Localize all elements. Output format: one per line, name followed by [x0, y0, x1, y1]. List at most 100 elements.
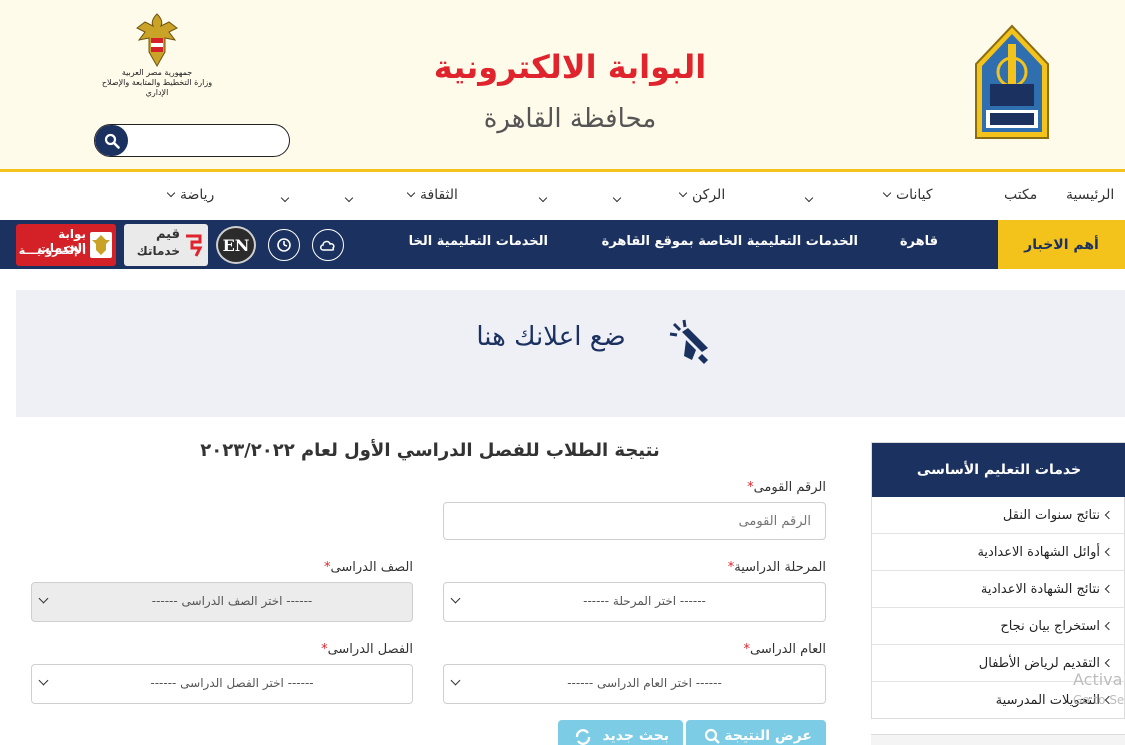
egov-line-2: الإلكترونيـــة [18, 244, 86, 257]
year-select-value: ------ اختر العام الدراسى ------ [567, 676, 722, 690]
sidebar-item-prep-results[interactable]: نتائج الشهادة الاعدادية [872, 571, 1125, 608]
search-icon [104, 133, 120, 149]
sidebar-title: خدمات التعليم الأساسى [872, 443, 1125, 497]
chevron-left-icon [1104, 510, 1114, 520]
chevron-down-icon [612, 193, 622, 203]
news-ticker: قاهرة الخدمات التعليمية الخاصة بموقع الق… [360, 220, 990, 269]
watermark-line-1: Activa [1073, 670, 1123, 689]
site-subtitle: محافظة القاهرة [483, 104, 657, 134]
sidebar-item-prep-top-students[interactable]: أوائل الشهادة الاعدادية [872, 534, 1125, 571]
sidebar-item-label: التقديم لرياض الأطفال [978, 655, 1100, 671]
search-button[interactable] [95, 125, 128, 156]
rate-services-button[interactable]: قيم خدماتك [124, 224, 208, 266]
nav-item-culture[interactable]: الثقافة [402, 187, 458, 203]
search-input[interactable] [131, 129, 281, 152]
nav-item-dropdown[interactable] [608, 189, 626, 208]
national-id-label-text: الرقم القومى [753, 480, 826, 495]
refresh-icon [575, 729, 591, 745]
chevron-down-icon [38, 675, 49, 686]
ad-text: ضع اعلانك هنا [476, 322, 626, 352]
chevron-down-icon [280, 193, 290, 203]
nav-item-label: الثقافة [420, 187, 458, 203]
chevron-left-icon [1104, 584, 1114, 594]
show-result-button[interactable]: عرض النتيجة [686, 720, 826, 745]
nav-item-label: الرئيسية [1066, 187, 1115, 203]
english-language-button[interactable]: EN [216, 226, 256, 264]
nav-item-sports[interactable]: رياضة [162, 187, 214, 203]
new-search-label: بحث جديد [602, 728, 669, 744]
nav-item-dropdown[interactable] [276, 189, 294, 208]
site-title: البوابة الالكترونية [433, 48, 707, 86]
sidebar-item-transfer-results[interactable]: نتائج سنوات النقل [872, 497, 1125, 534]
grade-select-value: ------ اختر الصف الدراسى ------ [151, 594, 313, 608]
eagle-icon [136, 13, 178, 68]
news-label: أهم الاخبار [998, 220, 1125, 269]
grade-label: الصف الدراسى* [210, 560, 413, 575]
term-select-value: ------ اختر الفصل الدراسى ------ [150, 676, 314, 690]
grade-label-text: الصف الدراسى [330, 560, 413, 575]
chevron-left-icon [1104, 547, 1114, 557]
sidebar-next-box [871, 734, 1125, 745]
term-label: الفصل الدراسى* [210, 642, 413, 657]
sidebar-item-label: أوائل الشهادة الاعدادية [977, 544, 1100, 560]
year-select[interactable]: ------ اختر العام الدراسى ------ [443, 664, 826, 704]
nav-item-label: مكتب [1004, 187, 1038, 203]
chevron-down-icon [882, 188, 892, 198]
egypt-eagle-logo: جمهورية مصر العربية وزارة التخطيط والمتا… [92, 12, 222, 104]
chevron-down-icon [538, 193, 548, 203]
weather-button[interactable] [312, 229, 344, 261]
stage-label-text: المرحلة الدراسية [734, 560, 826, 575]
chevron-down-icon [344, 193, 354, 203]
nav-item-home[interactable]: الرئيسية [1066, 187, 1114, 203]
show-result-label: عرض النتيجة [724, 728, 812, 744]
year-label-text: العام الدراسى [749, 642, 826, 657]
site-header: البوابة الالكترونية محافظة القاهرة جمهور… [0, 0, 1125, 172]
rate-line-2: خدماتك [136, 244, 180, 258]
eagle-line-1: جمهورية مصر العربية [121, 68, 193, 77]
chevron-down-icon [38, 593, 49, 604]
egov-services-button[interactable]: بوابة الخدمات الإلكترونيـــة [16, 224, 116, 266]
sidebar-item-label: استخراج بيان نجاح [1000, 618, 1100, 634]
search-box [94, 124, 290, 157]
cairo-governorate-logo[interactable] [972, 24, 1052, 142]
clock-button[interactable] [268, 229, 300, 261]
nav-item-entities[interactable]: كيانات [878, 187, 933, 203]
nav-item-corner[interactable]: الركن [674, 187, 725, 203]
nav-item-office[interactable]: مكتب [1004, 187, 1037, 203]
rate-line-1: قيم [155, 227, 180, 242]
new-search-button[interactable]: بحث جديد [558, 720, 683, 745]
grade-select[interactable]: ------ اختر الصف الدراسى ------ [31, 582, 413, 622]
ad-banner[interactable]: ضع اعلانك هنا [16, 290, 1125, 417]
chevron-down-icon [166, 188, 176, 198]
chevron-left-icon [1104, 658, 1114, 668]
windows-activation-watermark: Activa Go to Se [1073, 670, 1124, 710]
chevron-down-icon [804, 193, 814, 203]
eagle-line-2: وزارة التخطيط والمتابعة والإصلاح الإداري [101, 78, 213, 97]
search-icon [704, 728, 720, 744]
clock-icon [277, 238, 291, 252]
nav-item-dropdown[interactable] [340, 189, 358, 208]
chevron-down-icon [450, 675, 461, 686]
watermark-line-2: Go to Se [1073, 693, 1125, 707]
ticker-item[interactable]: الخدمات التعليمية الخاصة بموقع القاهرة [602, 234, 858, 249]
chevron-left-icon [1104, 621, 1114, 631]
form-title: نتيجة الطلاب للفصل الدراسي الأول لعام ٢٠… [200, 440, 660, 461]
stage-select-value: ------ اختر المرحلة ------ [583, 594, 706, 608]
cloud-icon [320, 240, 335, 251]
nav-item-label: كيانات [896, 187, 933, 203]
ticker-item[interactable]: الخدمات التعليمية الخا [409, 234, 548, 249]
eagle-icon [90, 232, 112, 258]
nav-item-dropdown[interactable] [800, 189, 818, 208]
nav-item-label: الركن [692, 187, 726, 203]
term-select[interactable]: ------ اختر الفصل الدراسى ------ [31, 664, 413, 704]
sidebar-item-label: نتائج الشهادة الاعدادية [980, 581, 1100, 597]
stage-select[interactable]: ------ اختر المرحلة ------ [443, 582, 826, 622]
rate-icon [186, 234, 203, 257]
nav-item-dropdown[interactable] [534, 189, 552, 208]
ticker-item[interactable]: قاهرة [900, 234, 938, 249]
term-label-text: الفصل الدراسى [327, 642, 413, 657]
sidebar-item-success-certificate[interactable]: استخراج بيان نجاح [872, 608, 1125, 645]
national-id-label: الرقم القومى* [620, 480, 826, 495]
national-id-input[interactable] [443, 502, 826, 540]
sidebar-item-label: نتائج سنوات النقل [1002, 507, 1100, 523]
